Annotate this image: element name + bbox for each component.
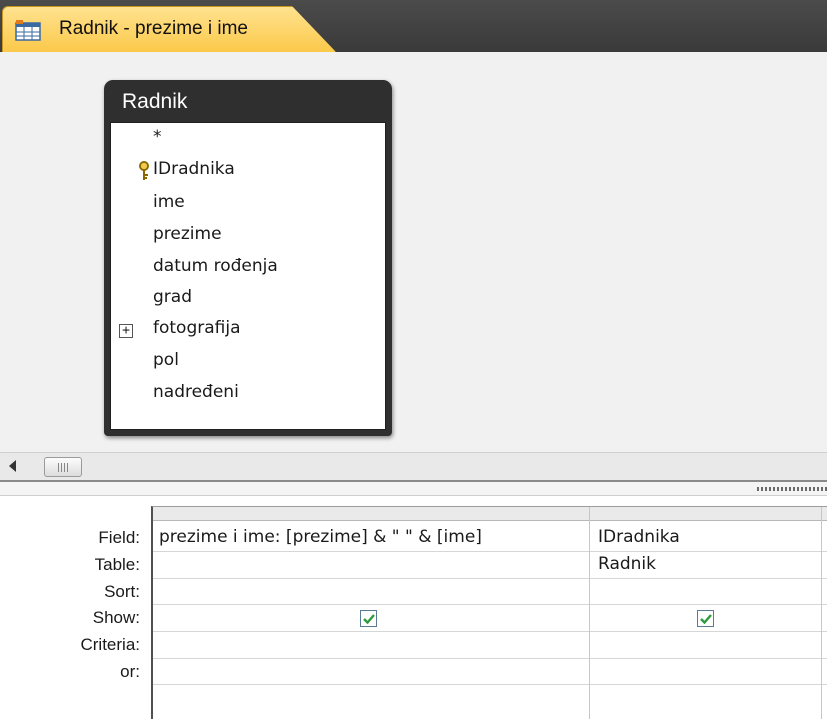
horizontal-scrollbar[interactable]	[0, 452, 827, 480]
primary-key-icon	[139, 161, 149, 180]
expand-plus-icon[interactable]: +	[119, 324, 133, 338]
row-label-table: Table:	[94, 555, 140, 574]
splitter-grip-icon	[757, 487, 827, 491]
cell-field[interactable]: IDradnika	[598, 527, 680, 547]
cell-field[interactable]: prezime i ime: [prezime] & " " & [ime]	[159, 527, 482, 547]
field-list-item-datum-rodjenja[interactable]: datum rođenja	[153, 256, 278, 286]
row-label-show: Show:	[92, 608, 140, 627]
grid-column-1[interactable]: prezime i ime: [prezime] & " " & [ime]	[153, 507, 590, 719]
cell-table[interactable]: Radnik	[598, 554, 656, 574]
grid-column-2[interactable]: IDradnika Radnik	[590, 507, 822, 719]
scrollbar-thumb[interactable]	[44, 457, 82, 477]
query-design-grid: Field: Table: Sort: Show: Criteria: or: …	[0, 496, 827, 719]
field-list-item-all[interactable]: *	[153, 127, 162, 157]
field-list[interactable]: * IDradnika ime prezime datum rođenja gr…	[110, 122, 386, 430]
checkmark-icon	[700, 614, 712, 625]
field-list-item-fotografija[interactable]: fotografija	[153, 318, 241, 348]
row-label-sort: Sort:	[104, 582, 140, 601]
field-list-item-idradnika[interactable]: IDradnika	[153, 159, 235, 189]
query-icon	[15, 20, 41, 41]
grid-row-labels: Field: Table: Sort: Show: Criteria: or:	[0, 496, 150, 719]
scroll-left-arrow-icon[interactable]	[9, 460, 16, 472]
document-tab-bar: Radnik - prezime i ime	[0, 0, 827, 52]
field-list-item-pol[interactable]: pol	[153, 350, 179, 380]
table-field-list-radnik[interactable]: Radnik * IDradnika ime prezime datum rođ…	[104, 80, 392, 436]
thumb-grip-icon	[58, 463, 68, 472]
checkmark-icon	[363, 614, 375, 625]
field-list-item-nadredjeni[interactable]: nadređeni	[153, 382, 239, 412]
row-label-or: or:	[120, 662, 140, 681]
tab-radnik-prezime-i-ime[interactable]: Radnik - prezime i ime	[2, 6, 336, 52]
pane-splitter[interactable]	[0, 480, 827, 496]
tab-title: Radnik - prezime i ime	[59, 18, 248, 39]
field-list-item-prezime[interactable]: prezime	[153, 224, 222, 254]
query-design-pane[interactable]: Radnik * IDradnika ime prezime datum rođ…	[0, 52, 827, 452]
show-checkbox[interactable]	[360, 610, 377, 627]
field-list-item-ime[interactable]: ime	[153, 192, 185, 222]
show-checkbox[interactable]	[697, 610, 714, 627]
field-list-item-grad[interactable]: grad	[153, 287, 192, 317]
row-label-field: Field:	[98, 528, 140, 547]
table-field-list-title[interactable]: Radnik	[122, 90, 187, 114]
grid-columns: prezime i ime: [prezime] & " " & [ime] I…	[151, 506, 827, 719]
row-label-criteria: Criteria:	[80, 635, 140, 654]
